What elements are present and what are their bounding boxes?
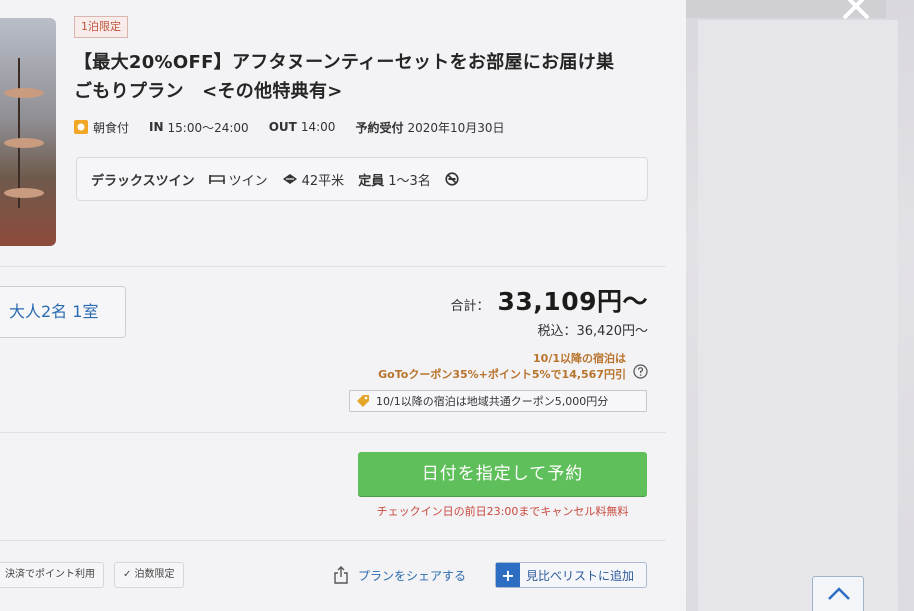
- guest-count-selector[interactable]: 大人2名 1室: [0, 286, 126, 338]
- share-plan-link[interactable]: プランをシェアする: [332, 566, 466, 584]
- divider: [0, 266, 666, 267]
- nights-limited-tag: ✓ 泊数限定: [114, 562, 184, 588]
- price-total-value: 33,109円～: [497, 287, 648, 316]
- no-smoking-icon: [445, 172, 459, 186]
- reserve-with-date-button[interactable]: 日付を指定して予約: [358, 452, 647, 496]
- meal-icon: [74, 120, 88, 134]
- chevron-up-icon: [828, 587, 850, 600]
- plan-title-line: ごもりプラン <その他特典有>: [74, 81, 343, 102]
- scroll-to-top-button[interactable]: [812, 576, 864, 611]
- price-tax-included: 税込：36,420円～: [537, 324, 649, 339]
- close-icon[interactable]: [838, 0, 880, 22]
- capacity-text: 1～3名: [388, 173, 431, 189]
- help-icon[interactable]: [633, 364, 648, 379]
- checkout-label: OUT: [268, 120, 297, 134]
- free-cancellation-note: チェックイン日の前日23:00までキャンセル料無料: [376, 505, 629, 518]
- photo-detail: [18, 58, 46, 208]
- goto-discount-amount: GoToクーポン35%+ポイント5%で14,567円引: [378, 368, 626, 381]
- share-icon: [334, 566, 348, 584]
- room-capacity: 定員 1～3名: [358, 170, 431, 189]
- plan-title-line: 【最大20%OFF】アフタヌーンティーセットをお部屋にお届け巣: [74, 52, 615, 73]
- meal-text: 朝食付: [93, 120, 130, 135]
- reservation-label: 予約受付: [355, 120, 404, 135]
- plan-photo[interactable]: [0, 18, 56, 246]
- background-panel: [698, 20, 898, 611]
- photo-detail: [4, 88, 44, 98]
- photo-detail: [4, 188, 44, 198]
- photo-detail: [4, 138, 44, 148]
- plan-meta: 朝食付 IN 15:00～24:00 OUT 14:00 予約受付 2020年1…: [74, 119, 505, 135]
- plan-card: 1泊限定 【最大20%OFF】アフタヌーンティーセットをお部屋にお届け巣 ごもり…: [0, 0, 686, 611]
- coupon-tag-icon: [357, 395, 369, 407]
- price-total: 合計： 33,109円～: [451, 282, 649, 318]
- plan-title[interactable]: 【最大20%OFF】アフタヌーンティーセットをお部屋にお届け巣 ごもりプラン <…: [74, 48, 674, 106]
- checkin-time: 15:00～24:00: [167, 120, 249, 135]
- limited-badge: 1泊限定: [74, 16, 128, 38]
- area-icon: [282, 174, 297, 184]
- bed-icon: [208, 175, 225, 184]
- room-size-text: 42平米: [301, 173, 345, 189]
- add-to-compare-button[interactable]: + 見比べリストに追加: [495, 562, 647, 588]
- checkout-time: 14:00: [300, 120, 336, 134]
- room-size: 42平米: [282, 170, 345, 189]
- divider: [0, 432, 666, 433]
- bed-type-text: ツイン: [228, 173, 268, 189]
- room-info[interactable]: デラックスツイン ツイン 42平米 定員 1～3名: [76, 157, 648, 201]
- regional-coupon-banner[interactable]: 10/1以降の宿泊は地域共通クーポン5,000円分: [349, 390, 647, 412]
- plus-icon: +: [496, 563, 520, 587]
- divider: [0, 540, 666, 541]
- goto-discount-note: 10/1以降の宿泊は: [533, 352, 626, 365]
- price-total-label: 合計：: [450, 299, 490, 314]
- capacity-label: 定員: [358, 173, 385, 189]
- compare-label: 見比べリストに追加: [526, 568, 635, 583]
- checkin-label: IN: [149, 120, 164, 134]
- coupon-text: 10/1以降の宿泊は地域共通クーポン5,000円分: [376, 395, 609, 408]
- point-payment-tag: 決済でポイント利用: [0, 562, 104, 588]
- reservation-date: 2020年10月30日: [407, 120, 505, 135]
- share-label: プランをシェアする: [358, 568, 467, 583]
- room-name: デラックスツイン: [91, 173, 195, 189]
- bed-type: ツイン: [208, 170, 268, 189]
